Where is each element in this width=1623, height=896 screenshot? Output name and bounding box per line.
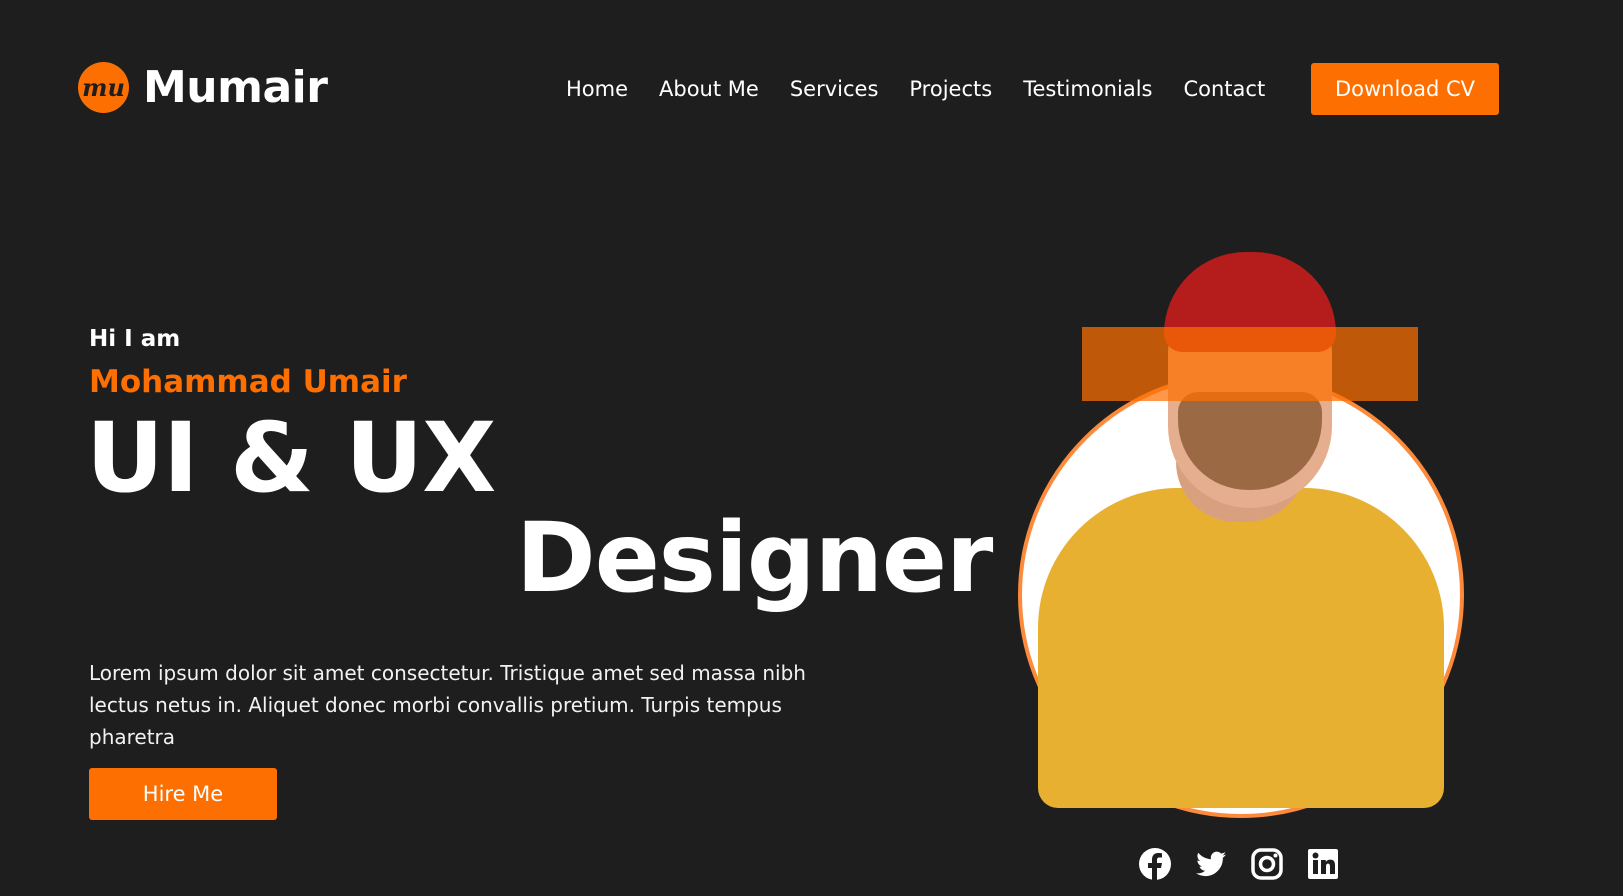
brand-name-rest: umair [186, 62, 328, 113]
brand-logo[interactable]: mu Mumair [78, 62, 328, 113]
hire-me-button[interactable]: Hire Me [89, 768, 277, 820]
hero-description: Lorem ipsum dolor sit amet consectetur. … [89, 661, 806, 749]
accent-rectangle [1082, 327, 1418, 401]
main-nav: Home About Me Services Projects Testimon… [566, 74, 1296, 104]
nav-home[interactable]: Home [566, 74, 628, 104]
nav-services[interactable]: Services [790, 74, 879, 104]
photo-sweater [1038, 488, 1444, 808]
nav-projects[interactable]: Projects [909, 74, 992, 104]
social-links [1138, 847, 1340, 881]
hero-name: Mohammad Umair [89, 364, 407, 400]
nav-contact[interactable]: Contact [1183, 74, 1265, 104]
brand-name: Mumair [143, 62, 328, 113]
nav-testimonials[interactable]: Testimonials [1023, 74, 1152, 104]
instagram-icon[interactable] [1250, 847, 1284, 881]
brand-name-first: M [143, 62, 187, 113]
nav-about-me[interactable]: About Me [659, 74, 759, 104]
profile-photo [1018, 252, 1466, 818]
logo-mark-icon: mu [78, 62, 129, 113]
hero-greeting: Hi I am [89, 326, 181, 352]
linkedin-icon[interactable] [1306, 847, 1340, 881]
facebook-icon[interactable] [1138, 847, 1172, 881]
download-cv-button[interactable]: Download CV [1311, 63, 1499, 115]
hero-title-line2: Designer [516, 502, 993, 614]
twitter-icon[interactable] [1194, 847, 1228, 881]
hero-title-line1: UI & UX [86, 402, 496, 514]
